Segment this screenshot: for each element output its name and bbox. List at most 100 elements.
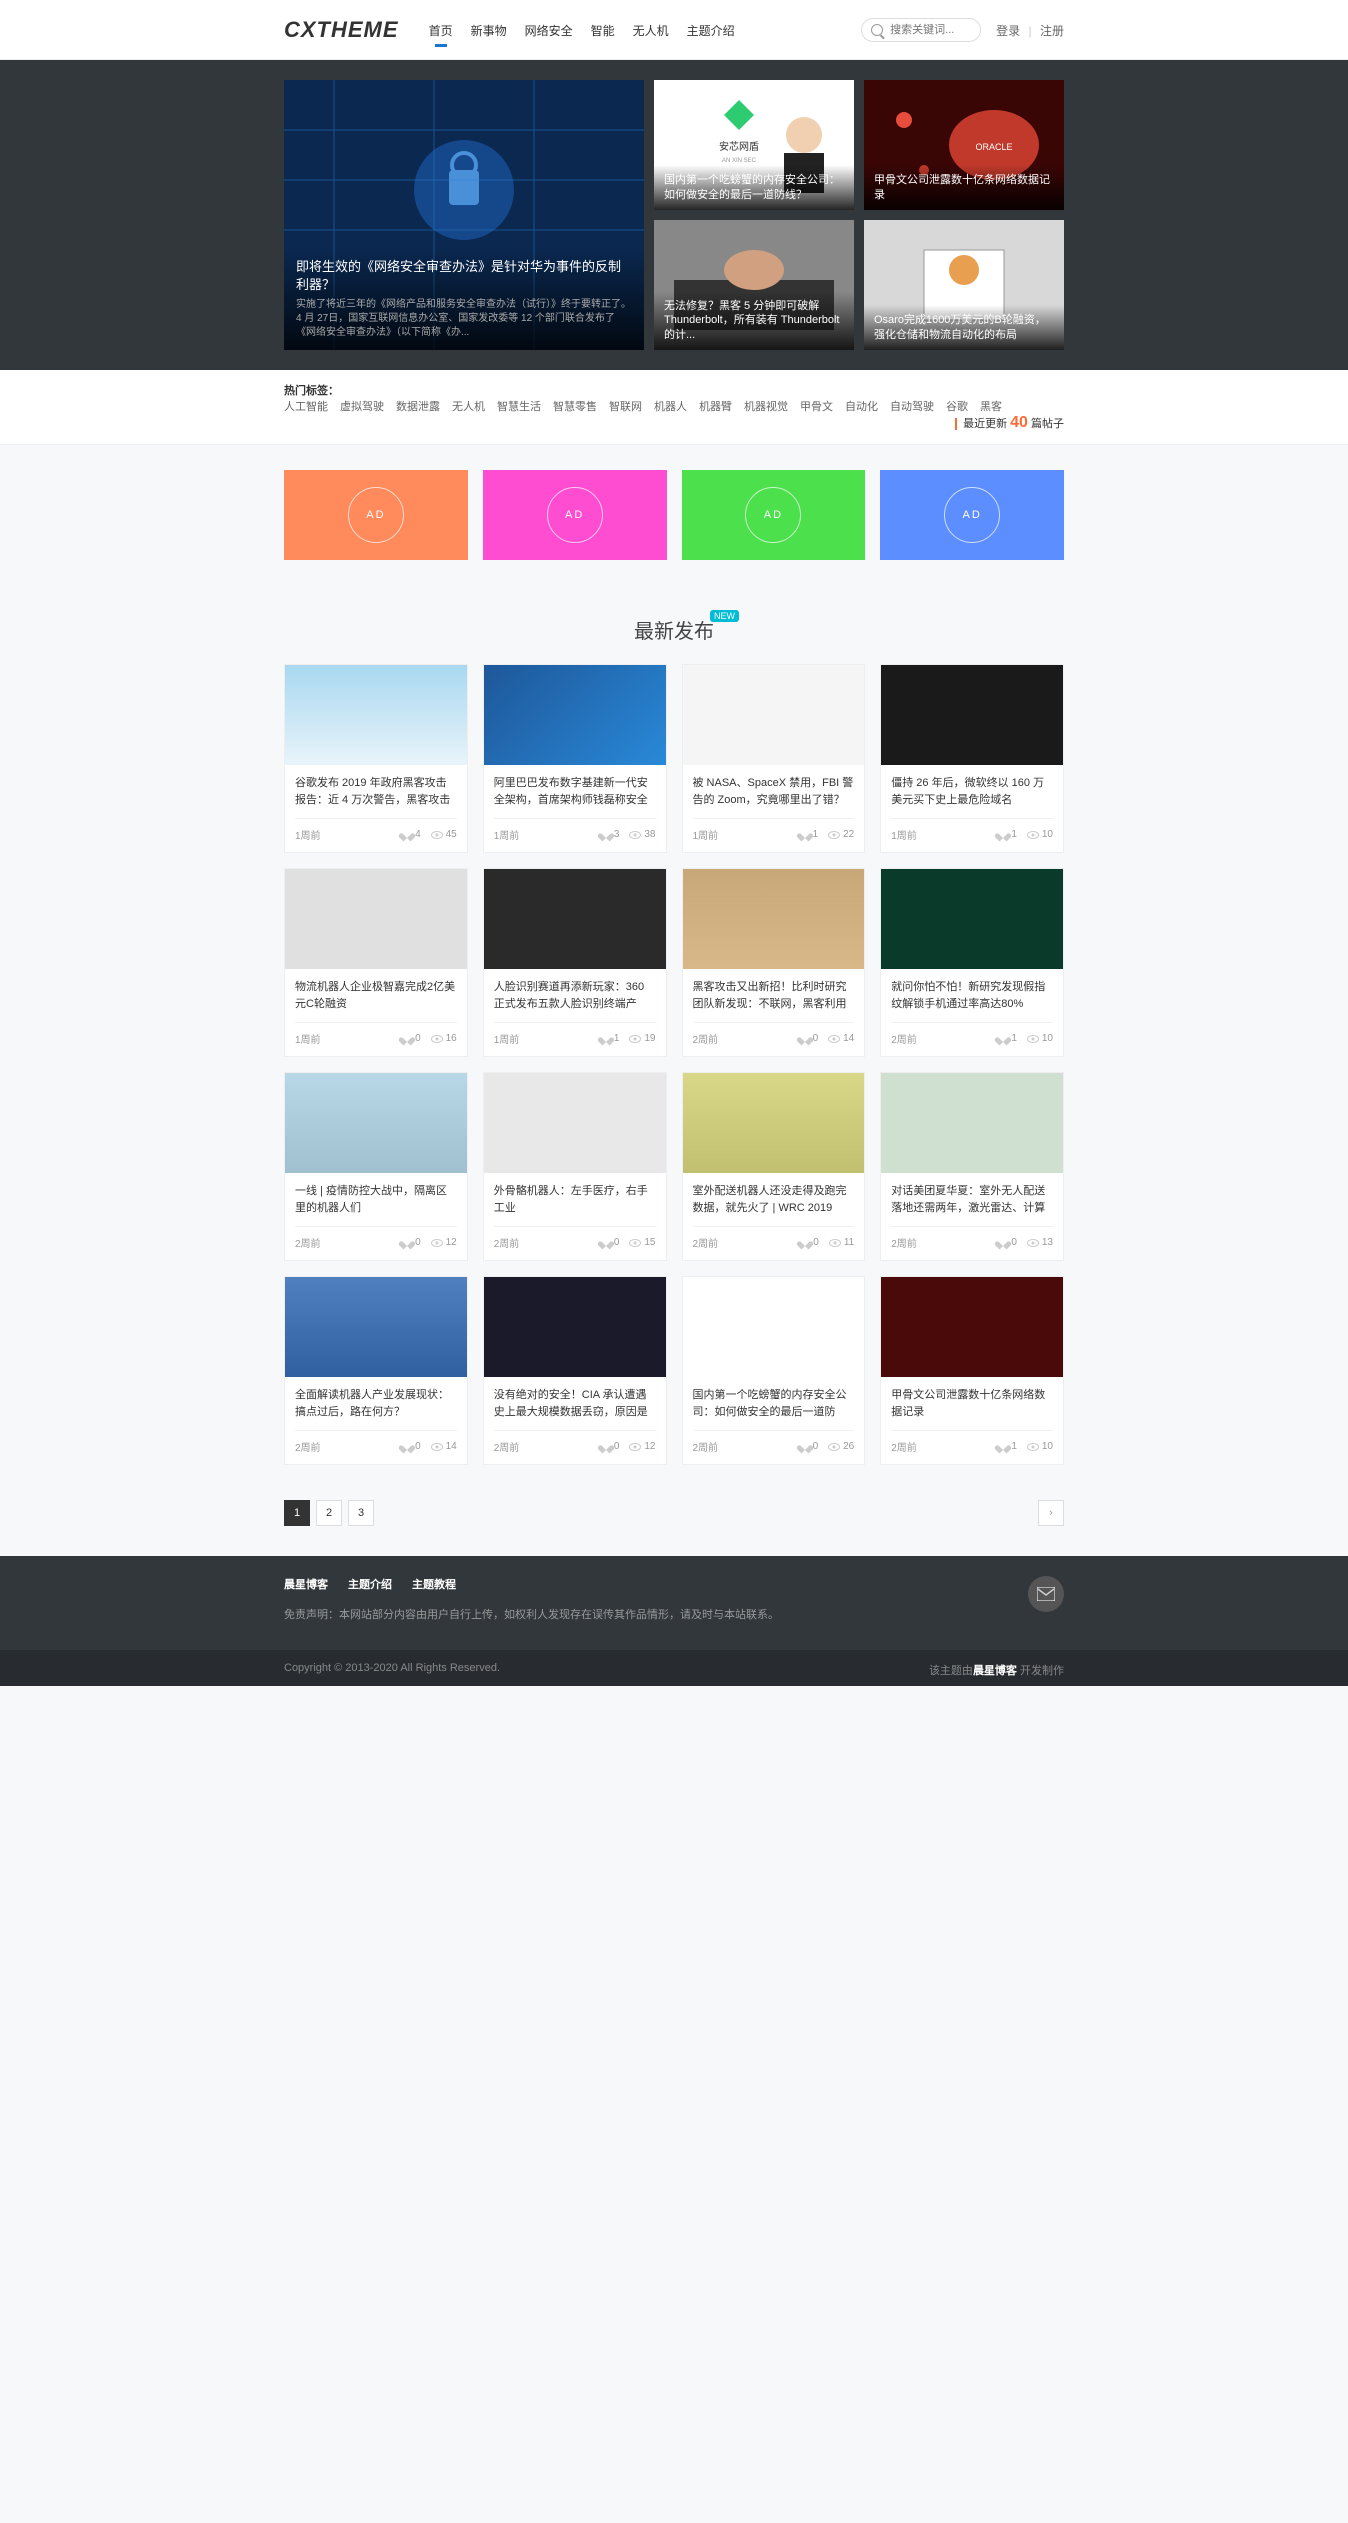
- eye-icon: [828, 831, 840, 839]
- hero-main[interactable]: 即将生效的《网络安全审查办法》是针对华为事件的反制利器？ 实施了将近三年的《网络…: [284, 80, 644, 350]
- nav-item-2[interactable]: 网络安全: [525, 17, 573, 44]
- post-likes[interactable]: 4: [402, 827, 421, 842]
- post-likes[interactable]: 1: [998, 1439, 1017, 1454]
- tag-link[interactable]: 人工智能: [284, 401, 328, 413]
- post-likes[interactable]: 0: [998, 1235, 1017, 1250]
- copyright: Copyright © 2013-2020 All Rights Reserve…: [284, 1662, 500, 1674]
- post-likes[interactable]: 0: [800, 1235, 819, 1250]
- tag-link[interactable]: 自动驾驶: [890, 401, 934, 413]
- post-card[interactable]: 国内第一个吃螃蟹的内存安全公司：如何做安全的最后一道防线？2周前026: [682, 1276, 866, 1465]
- post-likes[interactable]: 1: [998, 1031, 1017, 1046]
- post-likes[interactable]: 0: [402, 1031, 421, 1046]
- post-views: 19: [629, 1031, 655, 1046]
- footer-nav-link[interactable]: 主题介绍: [348, 1576, 392, 1592]
- page-btn[interactable]: 3: [348, 1500, 374, 1526]
- post-card[interactable]: 室外配送机器人还没走得及跑完数据，就先火了 | WRC 20192周前011: [682, 1072, 866, 1261]
- tag-link[interactable]: 自动化: [845, 401, 878, 413]
- tag-link[interactable]: 数据泄露: [396, 401, 440, 413]
- post-card[interactable]: 人脸识别赛道再添新玩家：360 正式发布五款人脸识别终端产品，主打安全牌1周前1…: [483, 868, 667, 1057]
- ad-box[interactable]: AD: [682, 470, 866, 560]
- footer-nav-link[interactable]: 晨星博客: [284, 1576, 328, 1592]
- tag-link[interactable]: 虚拟驾驶: [340, 401, 384, 413]
- post-views: 12: [629, 1439, 655, 1454]
- tag-link[interactable]: 无人机: [452, 401, 485, 413]
- post-likes[interactable]: 0: [601, 1439, 620, 1454]
- tag-link[interactable]: 智慧生活: [497, 401, 541, 413]
- post-views: 10: [1027, 1439, 1053, 1454]
- tag-link[interactable]: 机器人: [654, 401, 687, 413]
- post-card[interactable]: 对话美团夏华夏：室外无人配送落地还需两年，激光雷达、计算芯片成关键瓶颈2周前01…: [880, 1072, 1064, 1261]
- eye-icon: [829, 1239, 841, 1247]
- heart-icon: [601, 1034, 611, 1043]
- tag-link[interactable]: 智联网: [609, 401, 642, 413]
- ad-box[interactable]: AD: [880, 470, 1064, 560]
- tag-link[interactable]: 机器视觉: [744, 401, 788, 413]
- post-likes[interactable]: 1: [998, 827, 1017, 842]
- hero-item-title: 甲骨文公司泄露数十亿条网络数据记录: [864, 165, 1064, 210]
- nav-item-1[interactable]: 新事物: [471, 17, 507, 44]
- post-likes[interactable]: 1: [800, 827, 819, 842]
- email-icon[interactable]: [1028, 1576, 1064, 1612]
- post-time: 1周前: [693, 827, 719, 842]
- tag-link[interactable]: 黑客: [980, 401, 1002, 413]
- tag-link[interactable]: 机器臂: [699, 401, 732, 413]
- post-card[interactable]: 阿里巴巴发布数字基建新一代安全架构，首席架构师钱磊称安全基建将成数字经济标配1周…: [483, 664, 667, 853]
- svg-text:AN XIN SEC: AN XIN SEC: [722, 158, 757, 164]
- post-thumb: [484, 869, 666, 969]
- post-likes[interactable]: 3: [601, 827, 620, 842]
- hero-item-4[interactable]: Osaro完成1600万美元的B轮融资，强化仓储和物流自动化的布局: [864, 220, 1064, 350]
- hero-item-1[interactable]: 安芯网盾AN XIN SEC 国内第一个吃螃蟹的内存安全公司：如何做安全的最后一…: [654, 80, 854, 210]
- post-card[interactable]: 甲骨文公司泄露数十亿条网络数据记录2周前110: [880, 1276, 1064, 1465]
- post-views: 12: [431, 1235, 457, 1250]
- nav-item-5[interactable]: 主题介绍: [687, 17, 735, 44]
- post-likes[interactable]: 0: [800, 1439, 819, 1454]
- eye-icon: [431, 1443, 443, 1451]
- post-likes[interactable]: 0: [402, 1235, 421, 1250]
- hero-item-3[interactable]: 无法修复？黑客 5 分钟即可破解 Thunderbolt，所有装有 Thunde…: [654, 220, 854, 350]
- post-likes[interactable]: 1: [601, 1031, 620, 1046]
- post-likes[interactable]: 0: [402, 1439, 421, 1454]
- page-btn[interactable]: 1: [284, 1500, 310, 1526]
- ad-box[interactable]: AD: [284, 470, 468, 560]
- page-next[interactable]: ›: [1038, 1500, 1064, 1526]
- svg-text:安芯网盾: 安芯网盾: [719, 140, 759, 153]
- post-views: 38: [629, 827, 655, 842]
- post-card[interactable]: 谷歌发布 2019 年政府黑客攻击报告：近 4 万次警告，黑客攻击对象更有针对性…: [284, 664, 468, 853]
- hero-item-title: 无法修复？黑客 5 分钟即可破解 Thunderbolt，所有装有 Thunde…: [654, 291, 854, 350]
- logo[interactable]: CXTHEME: [284, 17, 399, 43]
- post-time: 1周前: [295, 827, 321, 842]
- tag-link[interactable]: 智慧零售: [553, 401, 597, 413]
- post-card[interactable]: 被 NASA、SpaceX 禁用，FBI 警告的 Zoom，究竟哪里出了错？1周…: [682, 664, 866, 853]
- hero-item-2[interactable]: ORACLE 甲骨文公司泄露数十亿条网络数据记录: [864, 80, 1064, 210]
- heart-icon: [402, 1442, 412, 1451]
- nav-item-4[interactable]: 无人机: [633, 17, 669, 44]
- eye-icon: [1027, 1443, 1039, 1451]
- footer-nav-link[interactable]: 主题教程: [412, 1576, 456, 1592]
- post-card[interactable]: 没有绝对的安全！CIA 承认遭遇史上最大规模数据丢窃，原因是自家后院着了火2周前…: [483, 1276, 667, 1465]
- nav-item-0[interactable]: 首页: [429, 17, 453, 44]
- tag-link[interactable]: 甲骨文: [800, 401, 833, 413]
- post-card[interactable]: 物流机器人企业极智嘉完成2亿美元C轮融资1周前016: [284, 868, 468, 1057]
- post-likes[interactable]: 0: [601, 1235, 620, 1250]
- post-thumb: [881, 1277, 1063, 1377]
- post-card[interactable]: 就问你怕不怕！新研究发现假指纹解锁手机通过率高达80%2周前110: [880, 868, 1064, 1057]
- tag-link[interactable]: 谷歌: [946, 401, 968, 413]
- post-card[interactable]: 一线 | 疫情防控大战中，隔离区里的机器人们2周前012: [284, 1072, 468, 1261]
- post-title: 就问你怕不怕！新研究发现假指纹解锁手机通过率高达80%: [891, 979, 1053, 1012]
- post-card[interactable]: 僵持 26 年后，微软终以 160 万美元买下史上最危险域名1周前110: [880, 664, 1064, 853]
- post-likes[interactable]: 0: [800, 1031, 819, 1046]
- post-card[interactable]: 全面解读机器人产业发展现状：搞点过后，路在何方？2周前014: [284, 1276, 468, 1465]
- post-time: 1周前: [494, 1031, 520, 1046]
- post-thumb: [683, 869, 865, 969]
- post-views: 15: [629, 1235, 655, 1250]
- post-thumb: [881, 1073, 1063, 1173]
- ad-box[interactable]: AD: [483, 470, 667, 560]
- heart-icon: [998, 1442, 1008, 1451]
- nav-item-3[interactable]: 智能: [591, 17, 615, 44]
- post-time: 1周前: [295, 1031, 321, 1046]
- post-card[interactable]: 黑客攻击又出新招！比利时研究团队新发现：不联网，黑客利用风扇也能窃取你的...2…: [682, 868, 866, 1057]
- register-link[interactable]: 注册: [1040, 24, 1064, 38]
- login-link[interactable]: 登录: [996, 24, 1020, 38]
- post-card[interactable]: 外骨骼机器人：左手医疗，右手工业2周前015: [483, 1072, 667, 1261]
- page-btn[interactable]: 2: [316, 1500, 342, 1526]
